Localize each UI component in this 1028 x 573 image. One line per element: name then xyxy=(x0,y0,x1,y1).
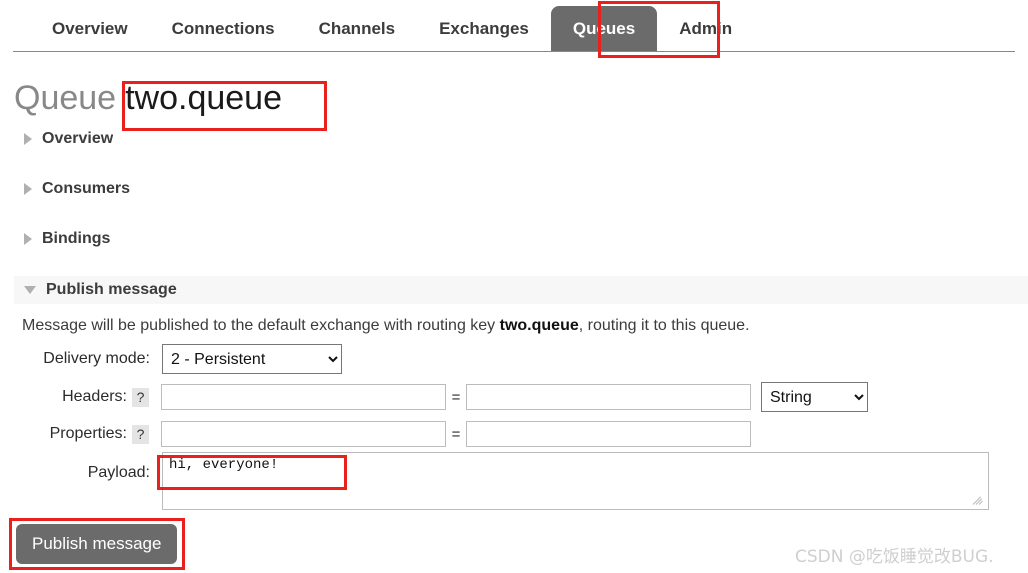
page-title-label: Queue xyxy=(14,79,117,117)
publish-description-routing-key: two.queue xyxy=(499,317,579,334)
tab-admin[interactable]: Admin xyxy=(657,6,754,52)
payload-textarea[interactable]: hi, everyone! xyxy=(162,452,989,510)
tab-connections[interactable]: Connections xyxy=(150,6,297,52)
main-navigation: Overview Connections Channels Exchanges … xyxy=(0,0,1028,52)
rabbitmq-management-page: Overview Connections Channels Exchanges … xyxy=(0,0,1028,573)
page-title-queue-name: two.queue xyxy=(125,79,282,117)
triangle-right-icon xyxy=(24,233,32,245)
properties-help-icon[interactable]: ? xyxy=(132,424,149,444)
page-title: Queue two.queue xyxy=(14,76,282,120)
nav-underline xyxy=(13,51,1015,52)
delivery-mode-select[interactable]: 2 - Persistent xyxy=(162,344,342,374)
triangle-right-icon xyxy=(24,183,32,195)
publish-message-button[interactable]: Publish message xyxy=(16,524,178,564)
properties-row: Properties: ? = xyxy=(0,421,751,447)
section-publish-message-label: Publish message xyxy=(46,281,177,298)
triangle-down-icon xyxy=(24,286,36,294)
delivery-mode-label: Delivery mode: xyxy=(43,350,150,367)
tab-channels[interactable]: Channels xyxy=(297,6,418,52)
properties-key-input[interactable] xyxy=(161,421,446,447)
section-overview[interactable]: Overview xyxy=(14,126,113,152)
csdn-watermark: CSDN @吃饭睡觉改BUG. xyxy=(795,547,994,567)
headers-row: Headers: ? = String xyxy=(0,382,868,412)
section-consumers-label: Consumers xyxy=(42,180,131,197)
delivery-mode-row: Delivery mode: 2 - Persistent xyxy=(0,344,342,374)
nav-tab-list: Overview Connections Channels Exchanges … xyxy=(30,6,754,52)
payload-row: Payload: hi, everyone! xyxy=(0,452,989,510)
section-bindings[interactable]: Bindings xyxy=(14,226,110,252)
tab-exchanges[interactable]: Exchanges xyxy=(417,6,551,52)
headers-equals-sign: = xyxy=(451,388,461,406)
headers-key-input[interactable] xyxy=(161,384,446,410)
headers-help-icon[interactable]: ? xyxy=(132,387,149,407)
properties-label: Properties: xyxy=(49,425,127,442)
payload-label: Payload: xyxy=(87,464,150,481)
properties-value-input[interactable] xyxy=(466,421,751,447)
section-bindings-label: Bindings xyxy=(42,230,111,247)
tab-queues[interactable]: Queues xyxy=(550,6,658,52)
headers-type-select[interactable]: String xyxy=(761,382,868,412)
publish-description-suffix: , routing it to this queue. xyxy=(578,317,750,334)
publish-description-prefix: Message will be published to the default… xyxy=(22,317,500,334)
triangle-right-icon xyxy=(24,133,32,145)
section-publish-message[interactable]: Publish message xyxy=(14,276,1028,304)
headers-label: Headers: xyxy=(62,388,127,405)
properties-equals-sign: = xyxy=(451,425,461,443)
section-consumers[interactable]: Consumers xyxy=(14,176,130,202)
tab-overview[interactable]: Overview xyxy=(30,6,150,52)
section-overview-label: Overview xyxy=(42,130,114,147)
headers-value-input[interactable] xyxy=(466,384,751,410)
publish-description: Message will be published to the default… xyxy=(22,317,750,335)
